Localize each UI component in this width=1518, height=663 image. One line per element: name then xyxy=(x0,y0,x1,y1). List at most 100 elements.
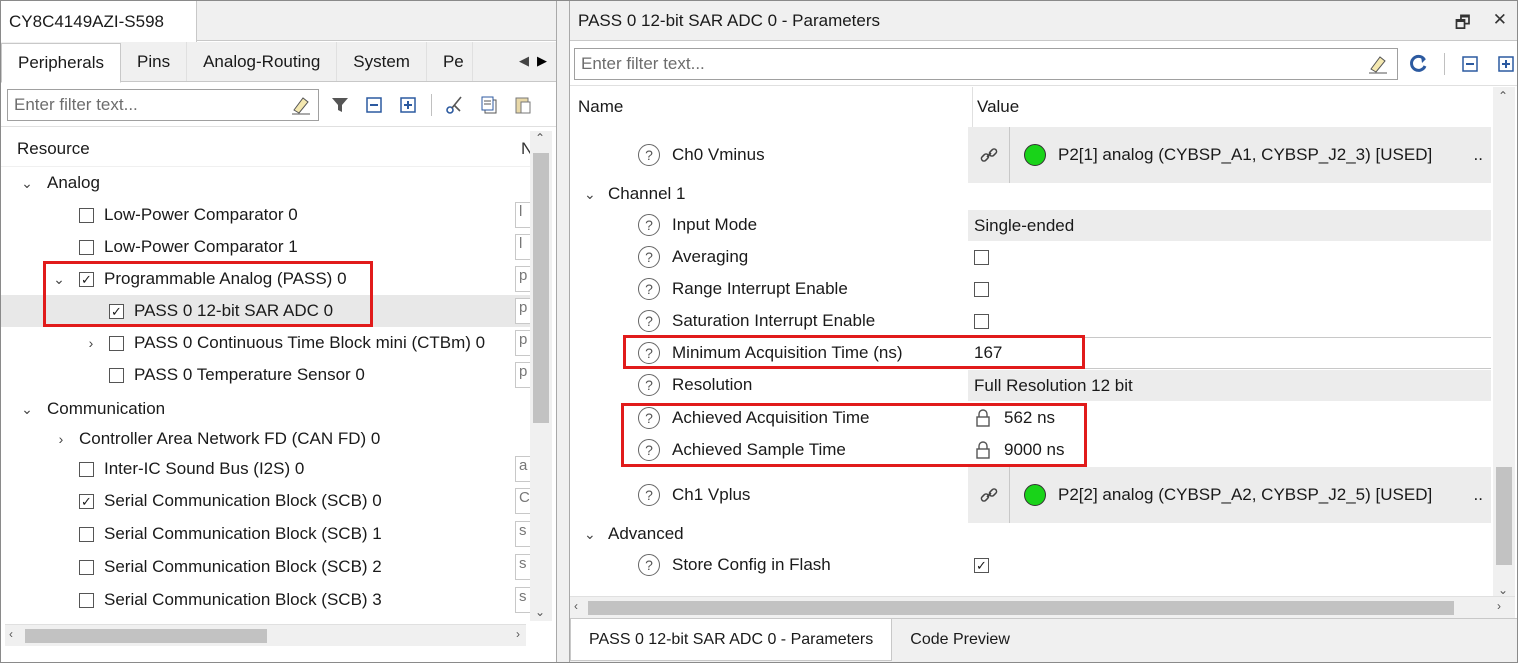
help-icon[interactable]: ? xyxy=(638,407,660,429)
tab-scroll-left-icon[interactable]: ◀ xyxy=(516,50,532,72)
link-icon[interactable] xyxy=(968,467,1010,523)
param-row-input-mode[interactable]: ? Input Mode Single-ended xyxy=(570,209,1491,241)
checkbox-checked[interactable]: ✓ xyxy=(109,303,124,319)
more-ellipsis[interactable]: .. xyxy=(1474,485,1483,505)
scroll-thumb[interactable] xyxy=(533,153,549,423)
close-icon[interactable]: ✕ xyxy=(1493,10,1507,39)
chevron-right-icon[interactable]: › xyxy=(53,431,69,447)
checkbox[interactable] xyxy=(79,559,94,575)
checkbox[interactable] xyxy=(79,461,94,477)
param-row-achieved-acquisition-time[interactable]: ? Achieved Acquisition Time 562 ns xyxy=(570,402,1491,434)
copy-icon[interactable] xyxy=(478,94,500,116)
tree-item-canfd-0[interactable]: › Controller Area Network FD (CAN FD) 0 xyxy=(1,423,530,455)
tree-item-i2s-0[interactable]: Inter-IC Sound Bus (I2S) 0 a xyxy=(1,453,530,485)
tab-system[interactable]: System xyxy=(337,42,427,81)
tree-item-value[interactable]: p xyxy=(515,330,530,356)
chevron-down-icon[interactable]: ⌄ xyxy=(19,175,35,192)
param-group-channel-1[interactable]: ⌄ Channel 1 xyxy=(570,179,1491,209)
tree-item-value[interactable]: l xyxy=(515,234,530,260)
tree-item-value[interactable]: p xyxy=(515,298,530,324)
tab-parameters[interactable]: PASS 0 12-bit SAR ADC 0 - Parameters xyxy=(570,619,893,661)
tree-item-scb-2[interactable]: Serial Communication Block (SCB) 2 s xyxy=(1,551,530,583)
restore-window-icon[interactable]: 🗗 xyxy=(1455,10,1471,39)
tree-item-value[interactable]: p xyxy=(515,362,530,388)
tab-scroll-right-icon[interactable]: ▶ xyxy=(534,50,550,72)
scroll-up-icon[interactable]: ⌃ xyxy=(1498,89,1508,103)
tree-item-value[interactable]: l xyxy=(515,202,530,228)
eraser-icon[interactable] xyxy=(1367,53,1389,80)
help-icon[interactable]: ? xyxy=(638,214,660,236)
collapse-all-icon[interactable] xyxy=(363,94,385,116)
param-row-achieved-sample-time[interactable]: ? Achieved Sample Time 9000 ns xyxy=(570,434,1491,466)
value-column-header[interactable]: Value xyxy=(972,87,1019,127)
chevron-down-icon[interactable]: ⌄ xyxy=(584,186,596,203)
tree-item-temp-sensor-0[interactable]: PASS 0 Temperature Sensor 0 p xyxy=(1,359,530,391)
left-filter-input[interactable]: Enter filter text... xyxy=(7,88,319,121)
tab-peripherals[interactable]: Peripherals xyxy=(1,43,121,83)
scroll-thumb[interactable] xyxy=(588,601,1454,615)
tab-peripheral-clocks-partial[interactable]: Pe xyxy=(427,42,473,81)
param-value[interactable]: Single-ended xyxy=(968,209,1491,241)
tree-item-value[interactable]: p xyxy=(515,266,530,292)
right-horizontal-scrollbar[interactable]: ‹ › xyxy=(570,596,1515,618)
left-horizontal-scrollbar[interactable]: ‹ › xyxy=(5,624,526,646)
right-filter-input[interactable]: Enter filter text... xyxy=(574,47,1398,80)
param-row-ch1-vplus[interactable]: ? Ch1 Vplus P2[2] analog (CYBSP_A2, CYBSP… xyxy=(570,467,1491,523)
scroll-left-icon[interactable]: ‹ xyxy=(9,627,13,641)
scroll-down-icon[interactable]: ⌄ xyxy=(535,605,545,619)
scroll-up-icon[interactable]: ⌃ xyxy=(535,131,545,145)
filter-icon[interactable] xyxy=(329,94,351,116)
checkbox-checked[interactable]: ✓ xyxy=(79,493,94,509)
help-icon[interactable]: ? xyxy=(638,439,660,461)
scroll-down-icon[interactable]: ⌄ xyxy=(1498,583,1508,597)
tab-analog-routing[interactable]: Analog-Routing xyxy=(187,42,338,81)
param-row-averaging[interactable]: ? Averaging xyxy=(570,241,1491,273)
help-icon[interactable]: ? xyxy=(638,278,660,300)
chevron-right-icon[interactable]: › xyxy=(83,335,99,351)
param-value[interactable]: P2[1] analog (CYBSP_A1, CYBSP_J2_3) [USE… xyxy=(968,127,1491,183)
paste-icon[interactable] xyxy=(512,94,534,116)
checkbox[interactable] xyxy=(79,592,94,608)
expand-all-icon[interactable] xyxy=(1495,53,1517,75)
name-column-header[interactable]: Name xyxy=(578,97,623,117)
cut-icon[interactable] xyxy=(444,94,466,116)
tree-item-value[interactable]: s xyxy=(515,554,530,580)
help-icon[interactable]: ? xyxy=(638,310,660,332)
expand-all-icon[interactable] xyxy=(397,94,419,116)
store-config-checkbox-checked[interactable]: ✓ xyxy=(974,557,989,573)
checkbox[interactable] xyxy=(109,367,124,383)
help-icon[interactable]: ? xyxy=(638,246,660,268)
chevron-down-icon[interactable]: ⌄ xyxy=(584,526,596,543)
link-icon[interactable] xyxy=(968,127,1010,183)
collapse-all-icon[interactable] xyxy=(1459,53,1481,75)
help-icon[interactable]: ? xyxy=(638,374,660,396)
tree-item-scb-0[interactable]: ✓ Serial Communication Block (SCB) 0 C xyxy=(1,485,530,517)
min-acquisition-time-input[interactable]: 167 xyxy=(968,337,1491,369)
param-row-resolution[interactable]: ? Resolution Full Resolution 12 bit xyxy=(570,369,1491,401)
checkbox[interactable] xyxy=(109,335,124,351)
param-row-store-config-flash[interactable]: ? Store Config in Flash ✓ xyxy=(570,549,1491,581)
param-row-min-acquisition-time[interactable]: ? Minimum Acquisition Time (ns) 167 xyxy=(570,337,1491,369)
tree-group-analog[interactable]: ⌄ Analog xyxy=(1,167,530,199)
tree-item-value[interactable]: C xyxy=(515,488,530,514)
tree-group-communication[interactable]: ⌄ Communication xyxy=(1,393,530,425)
resource-column-header[interactable]: Resource xyxy=(17,139,90,159)
scroll-thumb[interactable] xyxy=(1496,467,1512,565)
tree-item-value[interactable]: a xyxy=(515,456,530,482)
eraser-icon[interactable] xyxy=(290,94,312,121)
chevron-down-icon[interactable]: ⌄ xyxy=(19,401,35,418)
tree-item-sar-adc-0[interactable]: ✓ PASS 0 12-bit SAR ADC 0 p xyxy=(1,295,530,327)
checkbox[interactable] xyxy=(79,207,94,223)
tree-item-value[interactable]: s xyxy=(515,521,530,547)
device-title-tab[interactable]: CY8C4149AZI-S598 xyxy=(1,1,197,42)
tree-item-ctbm-0[interactable]: › PASS 0 Continuous Time Block mini (CTB… xyxy=(1,327,530,359)
checkbox[interactable] xyxy=(79,526,94,542)
param-group-advanced[interactable]: ⌄ Advanced xyxy=(570,519,1491,549)
checkbox[interactable] xyxy=(79,239,94,255)
param-row-ch0-vminus[interactable]: ? Ch0 Vminus P2[1] analog (CYBSP_A1, CYBS… xyxy=(570,127,1491,183)
range-interrupt-checkbox[interactable] xyxy=(974,281,989,297)
tab-pins[interactable]: Pins xyxy=(121,42,188,81)
help-icon[interactable]: ? xyxy=(638,484,660,506)
pane-splitter[interactable] xyxy=(557,1,569,662)
right-vertical-scrollbar[interactable]: ⌃ ⌄ xyxy=(1493,87,1515,599)
